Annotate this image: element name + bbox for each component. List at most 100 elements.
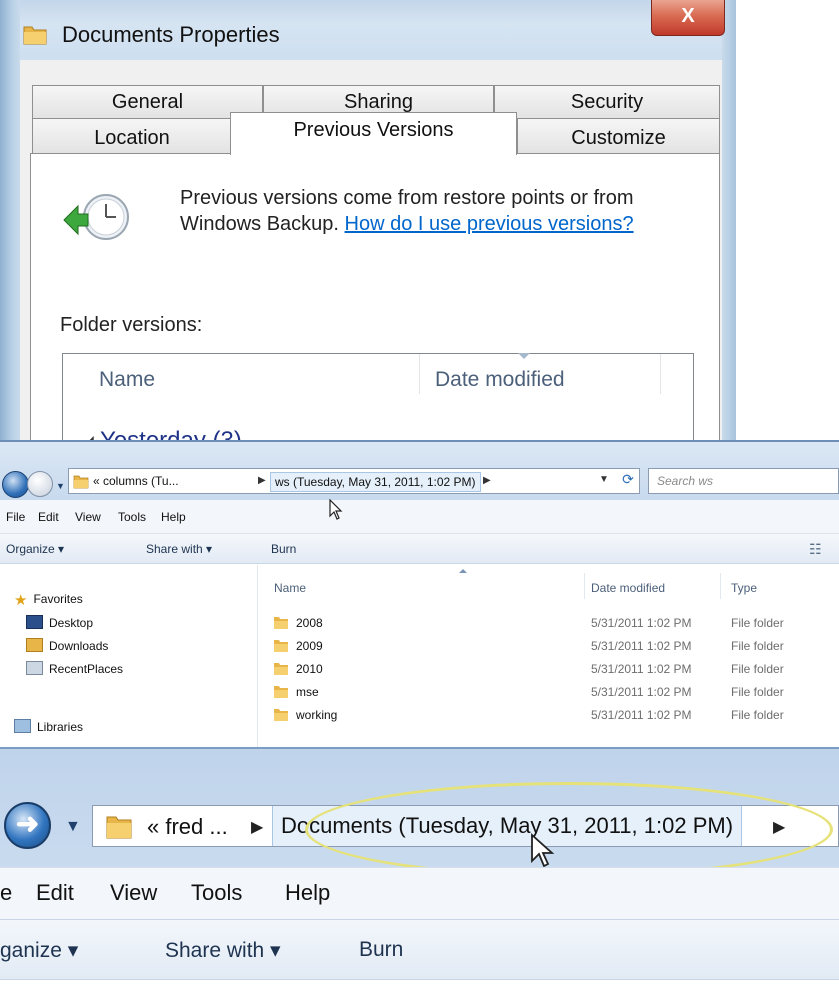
breadcrumb-arrow-icon[interactable]: ▶: [251, 817, 263, 837]
file-type: File folder: [731, 639, 784, 653]
explorer-window-small: ▼ « columns (Tu... ▶ ws (Tuesday, May 31…: [0, 440, 839, 747]
file-type: File folder: [731, 616, 784, 630]
folder-icon: [274, 709, 288, 721]
tab-previous-versions[interactable]: Previous Versions: [230, 112, 517, 155]
file-date: 5/31/2011 1:02 PM: [591, 639, 692, 653]
file-name: 2010: [296, 662, 323, 676]
menu-tools[interactable]: Tools: [118, 510, 146, 524]
properties-dialog: Documents Properties X General Sharing S…: [0, 0, 839, 440]
folder-icon: [23, 26, 47, 45]
menu-edit[interactable]: Edit: [38, 510, 59, 524]
file-list: Name Date modified Type 2008 5/31/2011 1…: [259, 565, 839, 747]
organize-button[interactable]: Organize ▾: [6, 542, 64, 556]
menu-edit[interactable]: Edit: [36, 880, 74, 906]
folder-icon: [274, 617, 288, 629]
file-name: 2009: [296, 639, 323, 653]
menu-file-partial[interactable]: e: [0, 880, 12, 906]
file-name: mse: [296, 685, 319, 699]
file-date: 5/31/2011 1:02 PM: [591, 685, 692, 699]
search-input[interactable]: Search ws: [648, 468, 839, 494]
menu-file[interactable]: File: [6, 510, 25, 524]
recent-pages-dropdown-icon[interactable]: ▼: [65, 818, 81, 836]
folder-versions-list[interactable]: Name Date modified ◢ Yesterday (3): [62, 353, 694, 440]
previous-versions-description: Previous versions come from restore poin…: [180, 185, 700, 237]
window-frame-left: [0, 0, 20, 440]
file-date: 5/31/2011 1:02 PM: [591, 616, 692, 630]
column-header-type[interactable]: Type: [731, 581, 757, 595]
close-button[interactable]: X: [651, 0, 725, 36]
menu-help[interactable]: Help: [161, 510, 186, 524]
mouse-cursor-icon: [531, 833, 555, 868]
star-icon: ★: [14, 592, 28, 609]
nav-favorites[interactable]: ★ Favorites: [14, 591, 83, 609]
folder-versions-label: Folder versions:: [60, 314, 203, 336]
tab-security[interactable]: Security: [494, 85, 720, 119]
column-header-name[interactable]: Name: [99, 368, 155, 392]
dialog-title: Documents Properties: [62, 22, 280, 47]
file-list-header-strip: [0, 979, 839, 987]
menu-tools[interactable]: Tools: [191, 880, 242, 906]
sort-arrow-icon: [518, 353, 530, 359]
nav-desktop-label: Desktop: [49, 616, 94, 630]
folder-icon: [274, 663, 288, 675]
file-date: 5/31/2011 1:02 PM: [591, 662, 692, 676]
view-options-icon[interactable]: ☷: [809, 541, 822, 558]
group-header-yesterday[interactable]: ◢ Yesterday (3): [83, 427, 242, 440]
column-divider: [660, 354, 661, 394]
tab-location[interactable]: Location: [32, 118, 232, 154]
burn-button[interactable]: Burn: [271, 542, 296, 556]
back-button[interactable]: ➜: [4, 802, 51, 849]
folder-icon: [73, 475, 89, 489]
nav-desktop[interactable]: Desktop: [26, 615, 93, 630]
address-dropdown-icon[interactable]: ▼: [599, 474, 609, 485]
organize-button[interactable]: ganize ▾: [0, 938, 78, 963]
window-frame-right: [722, 0, 736, 440]
breadcrumb-current[interactable]: ws (Tuesday, May 31, 2011, 1:02 PM): [270, 472, 481, 492]
burn-button[interactable]: Burn: [359, 938, 403, 962]
breadcrumb-parent[interactable]: « columns (Tu...: [93, 474, 179, 488]
forward-button[interactable]: [27, 471, 53, 497]
nav-downloads-label: Downloads: [49, 639, 109, 653]
nav-libraries-label: Libraries: [37, 720, 84, 734]
nav-recent-places[interactable]: RecentPlaces: [26, 661, 123, 676]
back-button[interactable]: [2, 471, 29, 498]
breadcrumb-parent[interactable]: « fred ...: [147, 814, 228, 840]
navigation-pane: ★ Favorites Desktop Downloads RecentPlace…: [0, 565, 258, 747]
share-with-button[interactable]: Share with ▾: [146, 542, 212, 556]
breadcrumb-arrow-icon[interactable]: ▶: [483, 475, 491, 486]
downloads-folder-icon: [26, 638, 43, 652]
breadcrumb-bar[interactable]: « columns (Tu... ▶ ws (Tuesday, May 31, …: [68, 468, 640, 494]
help-link[interactable]: How do I use previous versions?: [345, 213, 634, 235]
column-divider: [720, 573, 721, 599]
folder-icon: [274, 686, 288, 698]
folder-icon: [106, 816, 132, 839]
mouse-cursor-icon: [329, 499, 343, 520]
file-type: File folder: [731, 708, 784, 722]
menu-bar: e Edit View Tools Help: [0, 867, 839, 919]
breadcrumb-arrow-icon[interactable]: ▶: [258, 475, 266, 486]
collapse-triangle-icon[interactable]: ◢: [83, 432, 94, 440]
file-name: working: [296, 708, 338, 722]
sort-ascending-icon: [459, 569, 467, 573]
file-type: File folder: [731, 685, 784, 699]
libraries-icon: [14, 719, 31, 733]
column-divider: [419, 354, 420, 394]
explorer-zoomed-address-bar: ➜ ▼ « fred ... ▶ Documents (Tuesday, May…: [0, 747, 839, 987]
folder-icon: [274, 640, 288, 652]
tab-customize[interactable]: Customize: [517, 118, 720, 154]
column-header-date-modified[interactable]: Date modified: [435, 368, 565, 392]
desktop-icon: [26, 615, 43, 629]
tab-general[interactable]: General: [32, 85, 263, 119]
nav-libraries[interactable]: Libraries: [14, 719, 83, 734]
recent-pages-dropdown-icon[interactable]: ▼: [56, 481, 65, 491]
menu-view[interactable]: View: [75, 510, 101, 524]
column-header-name[interactable]: Name: [274, 581, 306, 595]
recent-places-icon: [26, 661, 43, 675]
command-bar: Organize ▾ Share with ▾ Burn ☷: [0, 534, 839, 564]
column-header-date-modified[interactable]: Date modified: [591, 581, 665, 595]
refresh-icon[interactable]: ⟳: [617, 471, 639, 491]
nav-downloads[interactable]: Downloads: [26, 638, 108, 653]
menu-view[interactable]: View: [110, 880, 157, 906]
share-with-button[interactable]: Share with ▾: [165, 938, 281, 963]
menu-help[interactable]: Help: [285, 880, 330, 906]
